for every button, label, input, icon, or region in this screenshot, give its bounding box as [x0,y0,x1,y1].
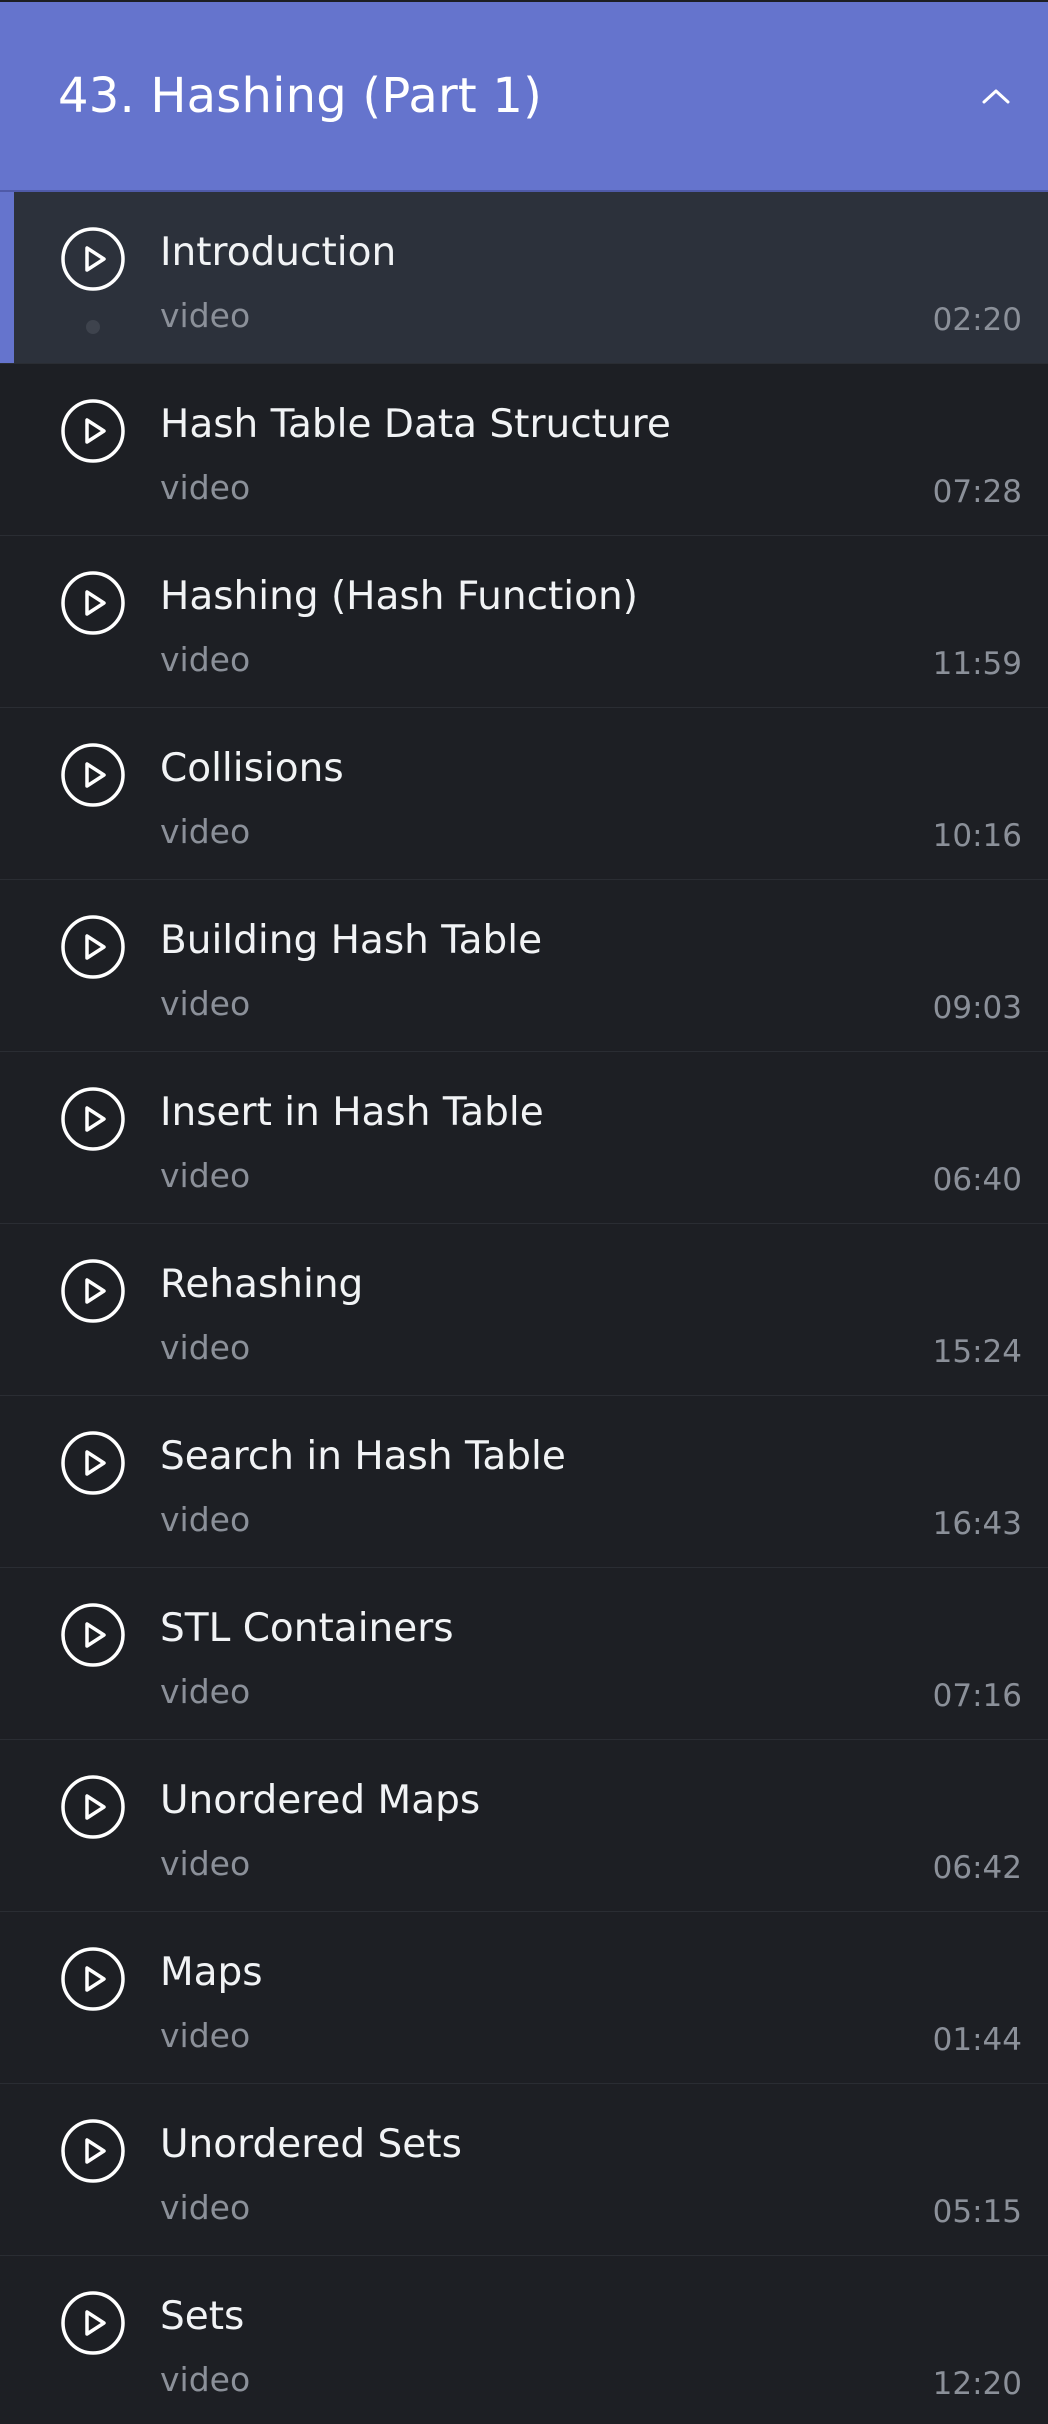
lesson-type: video [160,296,251,335]
lesson-type: video [160,468,251,507]
lesson-title: Collisions [160,746,344,791]
lesson-title: Hashing (Hash Function) [160,574,638,619]
lesson-duration: 10:16 [932,818,1022,854]
play-circle-icon[interactable] [60,1774,126,1840]
lesson-item[interactable]: Hash Table Data Structure video 07:28 [0,364,1048,536]
lesson-item-active[interactable]: Introduction video 02:20 [0,192,1048,364]
lesson-item[interactable]: Collisions video 10:16 [0,708,1048,880]
lesson-item[interactable]: Unordered Sets video 05:15 [0,2084,1048,2256]
chevron-up-icon[interactable] [974,74,1018,118]
course-curriculum-page: 43. Hashing (Part 1) Introduction video … [0,0,1048,2424]
lesson-type: video [160,1500,251,1539]
lesson-type: video [160,640,251,679]
lesson-duration: 15:24 [932,1334,1022,1370]
lesson-title: Building Hash Table [160,918,543,963]
lesson-duration: 07:28 [932,474,1022,510]
lesson-title: Sets [160,2294,245,2339]
lesson-title: Search in Hash Table [160,1434,566,1479]
active-indicator-bar [0,192,14,363]
lesson-item[interactable]: STL Containers video 07:16 [0,1568,1048,1740]
play-circle-icon[interactable] [60,2118,126,2184]
lesson-type: video [160,1844,251,1883]
lesson-item[interactable]: Sets video 12:20 [0,2256,1048,2424]
play-circle-icon[interactable] [60,570,126,636]
lesson-duration: 09:03 [932,990,1022,1026]
lesson-duration: 06:42 [932,1850,1022,1886]
lesson-item[interactable]: Search in Hash Table video 16:43 [0,1396,1048,1568]
lesson-title: Rehashing [160,1262,364,1307]
section-title: 43. Hashing (Part 1) [58,68,543,124]
lesson-type: video [160,984,251,1023]
lesson-item[interactable]: Hashing (Hash Function) video 11:59 [0,536,1048,708]
lesson-duration: 16:43 [932,1506,1022,1542]
lesson-duration: 11:59 [932,646,1022,682]
section-header[interactable]: 43. Hashing (Part 1) [0,2,1048,192]
lesson-title: Maps [160,1950,263,1995]
play-circle-icon[interactable] [60,226,126,292]
lesson-title: STL Containers [160,1606,454,1651]
lesson-title: Unordered Sets [160,2122,462,2167]
play-circle-icon[interactable] [60,1946,126,2012]
lesson-type: video [160,2360,251,2399]
lesson-list: Introduction video 02:20 Hash Table Data… [0,192,1048,2424]
lesson-duration: 02:20 [932,302,1022,338]
lesson-item[interactable]: Unordered Maps video 06:42 [0,1740,1048,1912]
play-circle-icon[interactable] [60,742,126,808]
play-circle-icon[interactable] [60,1086,126,1152]
lesson-type: video [160,1672,251,1711]
play-circle-icon[interactable] [60,1430,126,1496]
lesson-duration: 12:20 [932,2366,1022,2402]
lesson-duration: 05:15 [932,2194,1022,2230]
play-circle-icon[interactable] [60,1602,126,1668]
play-circle-icon[interactable] [60,2290,126,2356]
lesson-title: Introduction [160,230,397,275]
lesson-item[interactable]: Rehashing video 15:24 [0,1224,1048,1396]
lesson-type: video [160,1328,251,1367]
lesson-title: Unordered Maps [160,1778,481,1823]
lesson-type: video [160,2016,251,2055]
lesson-type: video [160,812,251,851]
play-circle-icon[interactable] [60,914,126,980]
progress-dot-icon [86,320,100,334]
lesson-type: video [160,2188,251,2227]
lesson-duration: 06:40 [932,1162,1022,1198]
play-circle-icon[interactable] [60,398,126,464]
lesson-title: Hash Table Data Structure [160,402,671,447]
lesson-item[interactable]: Insert in Hash Table video 06:40 [0,1052,1048,1224]
lesson-duration: 01:44 [932,2022,1022,2058]
lesson-type: video [160,1156,251,1195]
play-circle-icon[interactable] [60,1258,126,1324]
lesson-duration: 07:16 [932,1678,1022,1714]
lesson-item[interactable]: Building Hash Table video 09:03 [0,880,1048,1052]
lesson-item[interactable]: Maps video 01:44 [0,1912,1048,2084]
lesson-title: Insert in Hash Table [160,1090,544,1135]
